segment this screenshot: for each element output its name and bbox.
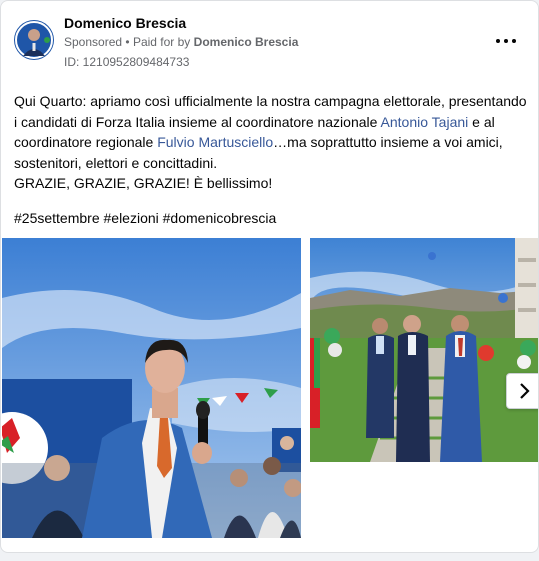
- more-options-icon[interactable]: [494, 31, 518, 51]
- meta-separator: •: [125, 35, 130, 49]
- link-antonio-tajani[interactable]: Antonio Tajani: [381, 114, 469, 130]
- post-text: Qui Quarto: apriamo così ufficialmente l…: [14, 91, 529, 194]
- post-paragraph: Qui Quarto: apriamo così ufficialmente l…: [14, 91, 529, 173]
- ad-card: Domenico Brescia Sponsored • Paid for by…: [0, 0, 539, 553]
- hashtags[interactable]: #25settembre #elezioni #domenicobrescia: [14, 210, 276, 226]
- sponsored-label: Sponsored: [64, 35, 123, 49]
- page-name[interactable]: Domenico Brescia: [64, 15, 186, 31]
- chevron-right-icon: [520, 383, 530, 399]
- campaign-photo-speaker[interactable]: [2, 238, 301, 538]
- link-fulvio-martusciello[interactable]: Fulvio Martusciello: [157, 134, 273, 150]
- photo-group-image: [310, 238, 538, 462]
- photo-speaker-image: [2, 238, 301, 538]
- paid-for-prefix: Paid for by: [132, 35, 191, 49]
- carousel-next-button[interactable]: [506, 373, 538, 409]
- avatar[interactable]: [14, 20, 54, 60]
- avatar-image: [14, 20, 54, 60]
- thanks-line: GRAZIE, GRAZIE, GRAZIE! È bellissimo!: [14, 175, 273, 191]
- ad-id: ID: 1210952809484733: [64, 55, 190, 69]
- campaign-photo-group[interactable]: [310, 238, 538, 462]
- sponsored-meta: Sponsored • Paid for by Domenico Brescia: [64, 35, 298, 49]
- paid-for-by-name: Domenico Brescia: [193, 35, 299, 49]
